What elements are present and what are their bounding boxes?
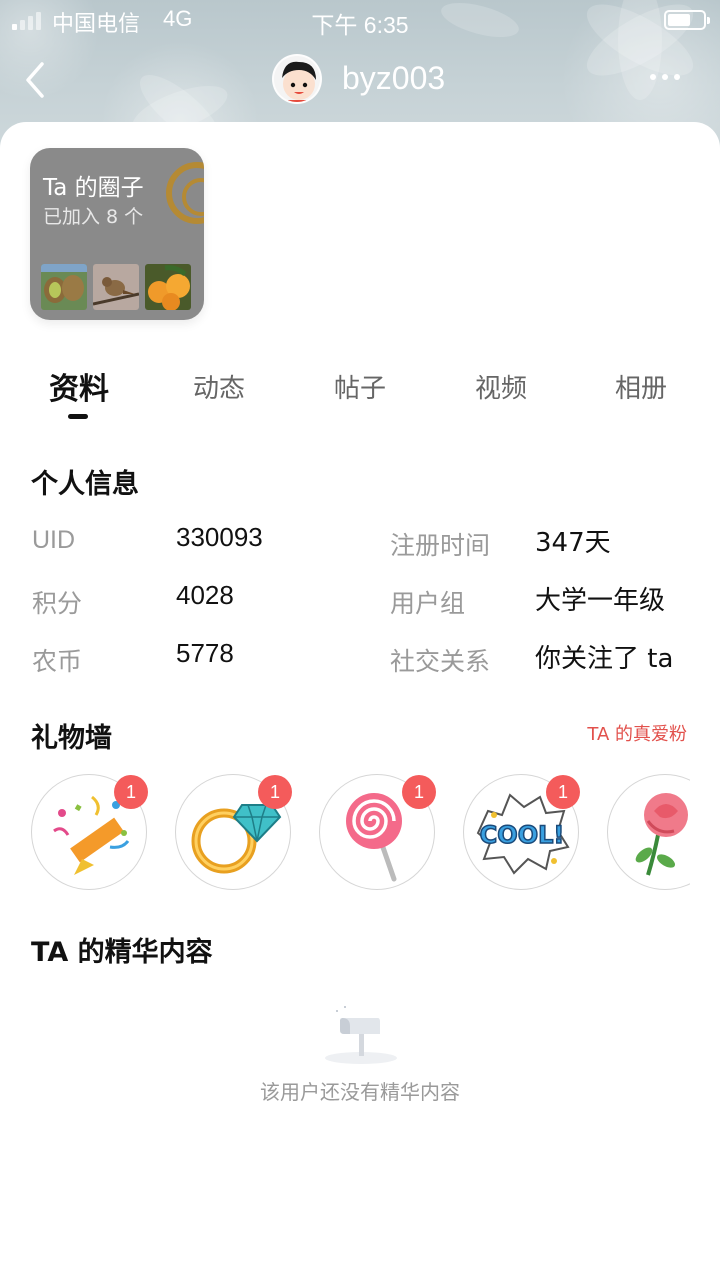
registered-label: 注册时间 [390,531,491,560]
empty-mailbox-icon [322,1004,400,1068]
gift-count-badge: 1 [402,775,436,809]
user-group-value: 大学一年级 [535,586,666,616]
chevron-left-icon [26,62,44,98]
points-label: 积分 [32,589,83,618]
circle-logo-icon [166,162,204,224]
profile-tabs: 资料 动态 帖子 视频 相册 [0,360,720,430]
clock: 下午 6:35 [311,12,409,38]
username-title: byz003 [342,60,446,96]
svg-text:COOL!: COOL! [480,821,565,849]
gift-count-badge: 1 [546,775,580,809]
rose-icon [635,793,688,876]
gift-cool-sticker[interactable]: COOL! 1 [463,774,580,890]
back-button[interactable] [18,58,58,102]
tab-albums[interactable]: 相册 [586,368,696,405]
avatar[interactable] [272,54,322,104]
circles-card-count: 已加入 8 个 [43,206,144,228]
highlights-title: TA 的精华内容 [31,937,213,968]
coins-value: 5778 [176,638,234,668]
relation-label: 社交关系 [390,647,491,676]
empty-state-text: 该用户还没有精华内容 [260,1080,460,1104]
uid-value: 330093 [176,522,263,552]
gift-wall-list: 1 1 1 COOL! 1 [0,760,690,900]
gift-lollipop[interactable]: 1 [319,774,436,890]
true-fans-link[interactable]: TA 的真爱粉 [587,720,687,746]
gift-diamond-ring[interactable]: 1 [175,774,292,890]
circle-thumbnail-bird [93,264,139,310]
relation-value: 你关注了 ta [535,644,674,674]
battery-icon [664,10,710,30]
more-options-button[interactable] [650,74,680,80]
status-bar: 中国电信 4G 下午 6:35 [0,0,720,40]
gift-count-badge: 1 [258,775,292,809]
dot-icon [662,74,668,80]
active-tab-indicator [68,414,88,419]
dot-icon [650,74,656,80]
coins-label: 农币 [32,647,83,676]
gift-rose[interactable] [607,774,690,890]
uid-label: UID [32,526,76,554]
gift-count-badge: 1 [114,775,148,809]
dot-icon [674,74,680,80]
circles-card[interactable]: Ta 的圈子 已加入 8 个 [30,148,204,320]
tab-profile[interactable]: 资料 [24,364,134,408]
points-value: 4028 [176,580,234,610]
registered-value: 347天 [535,528,611,558]
user-group-label: 用户组 [390,589,466,618]
tab-videos[interactable]: 视频 [446,368,556,405]
gift-party-popper[interactable]: 1 [31,774,148,890]
tab-activity[interactable]: 动态 [164,368,274,405]
circle-thumbnail-kiwi [41,264,87,310]
circle-thumbnail-loquat [145,264,191,310]
circles-card-title: Ta 的圈子 [43,175,144,201]
tab-posts[interactable]: 帖子 [305,368,415,405]
personal-info-title: 个人信息 [31,469,139,500]
gift-wall-title: 礼物墙 [31,723,112,754]
